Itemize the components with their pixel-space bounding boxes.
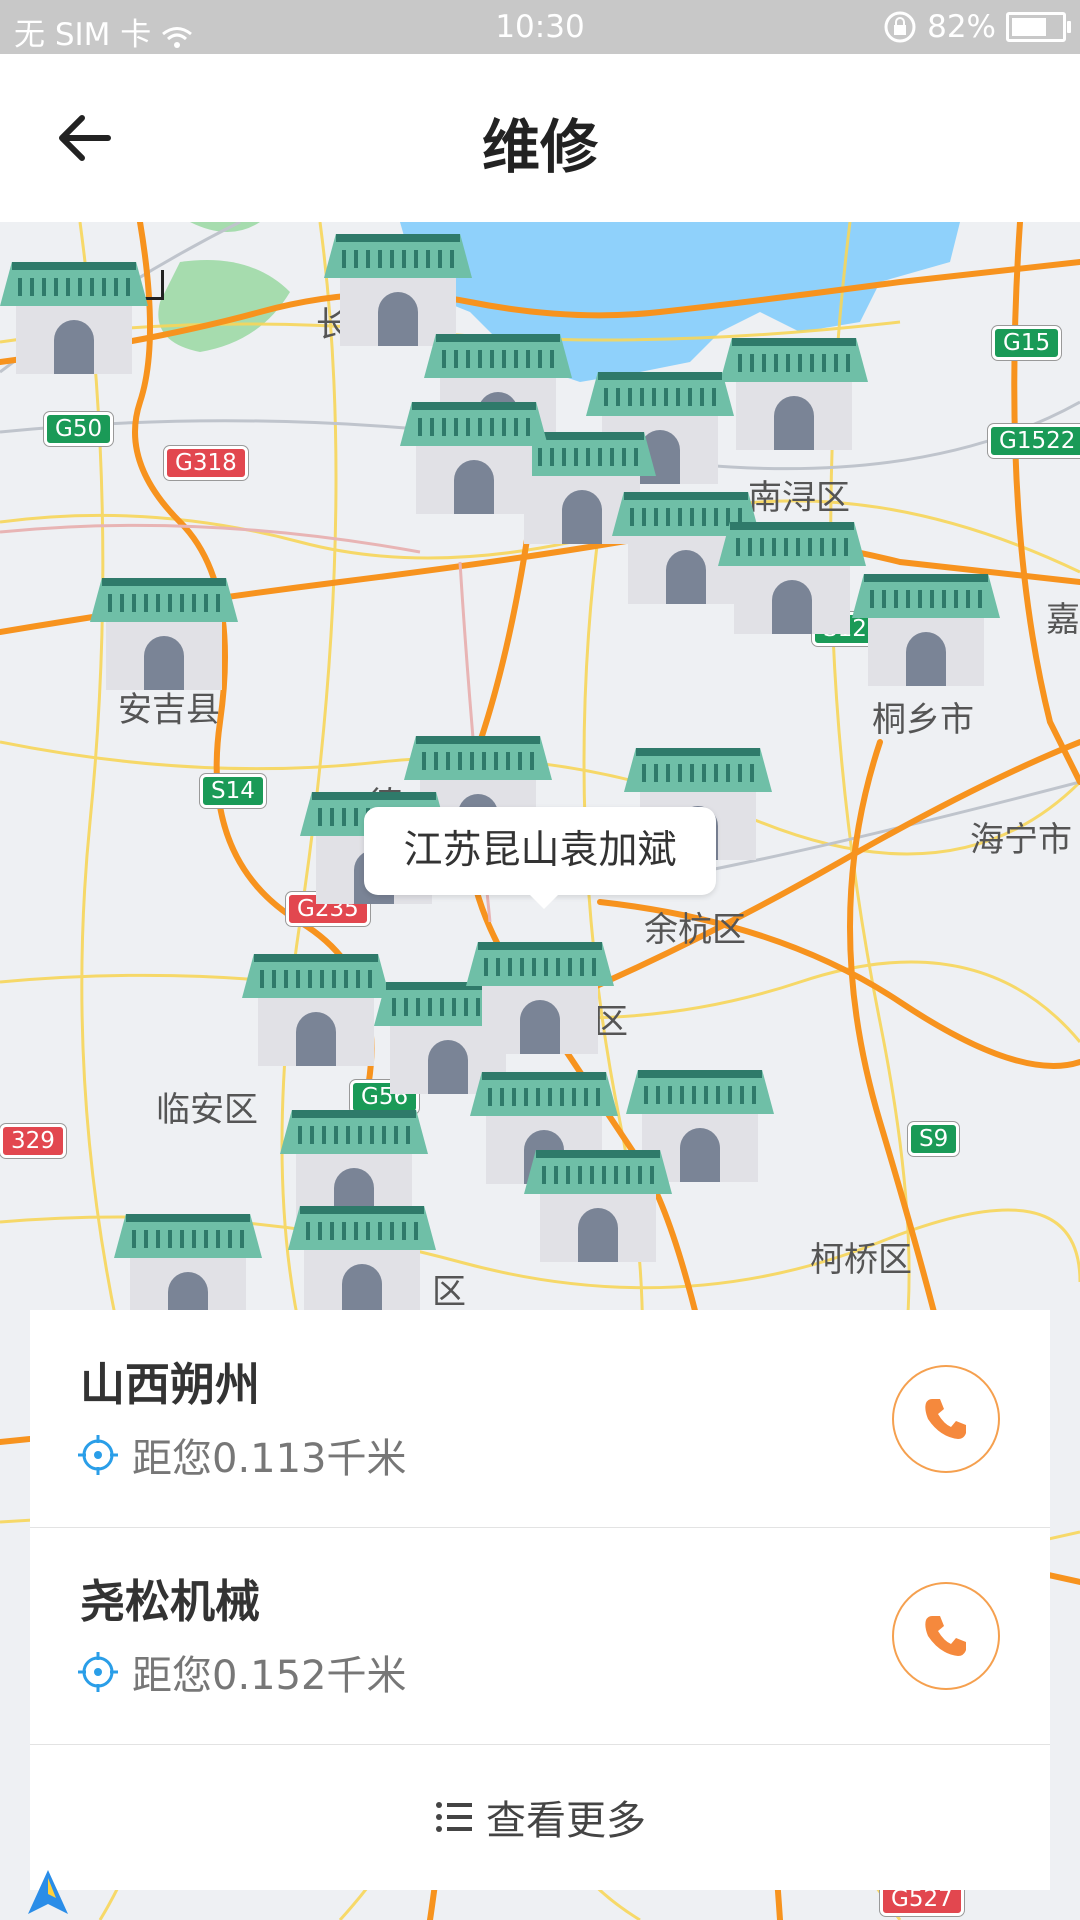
distance-text: 距您0.152千米	[132, 1653, 407, 1699]
phone-icon	[925, 1616, 966, 1656]
shop-marker[interactable]	[324, 234, 472, 346]
amap-logo	[28, 1870, 68, 1914]
location-target-icon	[78, 1435, 118, 1475]
road-badge: G1522	[988, 424, 1080, 458]
rotation-lock-icon	[884, 11, 916, 43]
road-badge: G50	[44, 412, 114, 446]
call-button[interactable]	[892, 1365, 1000, 1473]
shop-marker[interactable]	[720, 338, 868, 450]
shop-marker[interactable]	[0, 262, 148, 374]
road-badge: G318	[164, 446, 248, 480]
shop-marker[interactable]	[242, 954, 390, 1066]
shop-name: 山西朔州	[80, 1358, 261, 1411]
shop-marker[interactable]	[400, 402, 548, 514]
road-badge: G15	[992, 326, 1062, 360]
call-button[interactable]	[892, 1582, 1000, 1690]
view-more-label: 查看更多	[486, 1798, 646, 1844]
battery-percent: 82%	[927, 9, 996, 45]
page-title: 维修	[481, 113, 598, 181]
place-label: 南浔区	[748, 478, 850, 518]
road-badge: 329	[0, 1124, 66, 1158]
distance-text: 距您0.113千米	[132, 1436, 407, 1482]
road-badge: S9	[908, 1122, 960, 1156]
phone-icon	[925, 1399, 966, 1439]
location-target-icon	[78, 1652, 118, 1692]
header: 维修	[0, 54, 1080, 223]
battery-icon	[1006, 12, 1071, 42]
road-badge: S14	[200, 774, 266, 808]
place-label: 临安区	[156, 1090, 258, 1130]
list-item[interactable]: 山西朔州 距您0.113千米	[30, 1310, 1050, 1528]
place-label: 柯桥区	[810, 1240, 912, 1280]
shop-marker[interactable]	[466, 942, 614, 1054]
shop-marker[interactable]	[288, 1206, 436, 1318]
status-bar: 无 SIM 卡 10:30 82%	[0, 0, 1080, 54]
shop-marker[interactable]	[718, 522, 866, 634]
repair-shop-list: 山西朔州 距您0.113千米 尧松机械 距您0.152千米 查看更多	[30, 1310, 1050, 1890]
place-label: 嘉	[1046, 600, 1080, 640]
shop-marker[interactable]	[90, 578, 238, 690]
marker-tooltip[interactable]: 江苏昆山袁加斌	[364, 807, 716, 909]
list-item[interactable]: 尧松机械 距您0.152千米	[30, 1527, 1050, 1745]
place-label: 区	[432, 1272, 466, 1312]
place-label: 海宁市	[970, 820, 1072, 860]
shop-name: 尧松机械	[80, 1575, 261, 1628]
place-label: 余杭区	[644, 910, 746, 950]
shop-marker[interactable]	[524, 1150, 672, 1262]
list-icon	[436, 1802, 472, 1832]
shop-marker[interactable]	[852, 574, 1000, 686]
place-label: 桐乡市	[872, 700, 974, 740]
